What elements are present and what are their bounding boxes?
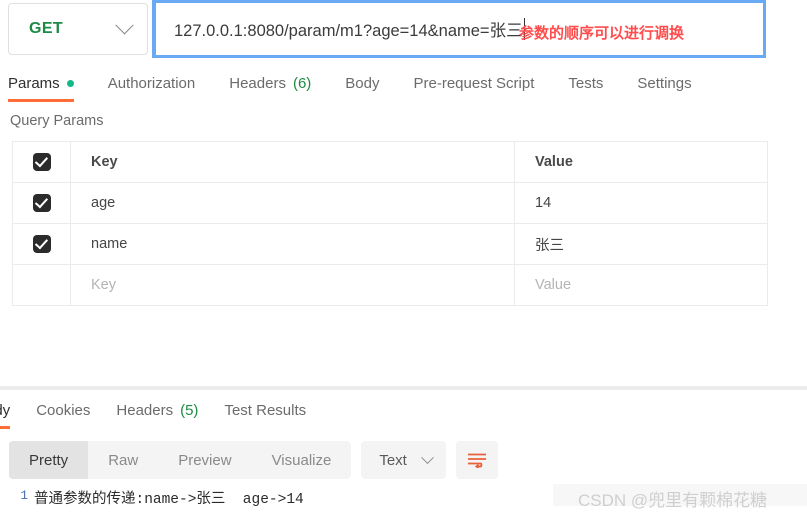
postman-request-response-panel: GET 127.0.0.1:8080/param/m1?age=14&name=… [0,0,807,516]
tab-body[interactable]: Body [345,75,379,98]
view-mode-preview[interactable]: Preview [158,441,251,479]
response-tab-headers-label: Headers [116,401,174,419]
tab-tests[interactable]: Tests [568,75,603,98]
tab-params-label: Params [8,74,60,92]
response-tab-cookies-label: Cookies [36,401,91,419]
view-mode-segmented-control: Pretty Raw Preview Visualize [9,441,352,479]
wrap-text-button[interactable] [455,441,498,479]
new-row-value-input[interactable]: Value [515,265,767,305]
tab-tests-label: Tests [568,74,604,92]
response-tab-headers-count: (5) [180,401,199,419]
row-checkbox[interactable] [33,276,51,294]
tab-body-label: Body [345,74,380,92]
tab-settings-label: Settings [637,74,692,92]
row-value-input[interactable]: 张三 [515,224,767,264]
tab-headers-count: (6) [292,74,312,92]
query-params-title: Query Params [10,113,104,129]
url-bar-row: GET 127.0.0.1:8080/param/m1?age=14&name=… [0,0,807,62]
chevron-down-icon [115,15,134,34]
modified-dot-icon [66,79,74,87]
line-number: 1 [20,488,28,503]
table-row-empty: Key Value [13,265,767,306]
response-tab-body-label: ody [0,401,11,419]
chevron-down-icon [420,450,434,464]
http-method-label: GET [29,20,64,37]
tab-pre-request-script[interactable]: Pre-request Script [414,75,535,98]
response-tab-headers[interactable]: Headers (5) [116,402,198,425]
select-all-checkbox[interactable] [32,153,51,171]
table-row: name 张三 [13,224,767,265]
response-tabs: ody Cookies Headers (5) Test Results [0,398,807,429]
watermark: CSDN @兜里有颗棉花糖 [578,491,768,510]
tab-params[interactable]: Params [8,74,74,102]
tab-authorization[interactable]: Authorization [108,75,196,98]
row-checkbox[interactable] [32,235,51,253]
table-row: age 14 [13,183,767,224]
annotation-note: 参数的顺序可以进行调换 [519,25,685,42]
tab-headers-label: Headers [229,74,286,92]
view-mode-visualize[interactable]: Visualize [252,441,352,479]
response-body-text: 普通参数的传递:name->张三 age->14 [34,492,304,508]
url-input-value: 127.0.0.1:8080/param/m1?age=14&name=张三 [174,22,523,40]
tab-settings[interactable]: Settings [637,75,691,98]
table-header-row: Key Value [13,142,767,183]
row-checkbox-cell[interactable] [13,224,71,264]
http-method-select[interactable]: GET [8,3,148,55]
column-header-key: Key [71,142,515,182]
response-tab-body[interactable]: ody [0,401,11,429]
tab-authorization-label: Authorization [107,74,196,92]
pane-divider[interactable] [0,386,807,390]
view-mode-raw[interactable]: Raw [88,441,158,479]
response-tab-test-results[interactable]: Test Results [224,402,306,425]
response-type-select[interactable]: Text [361,441,446,479]
select-all-cell[interactable] [13,142,71,182]
query-params-table: Key Value age 14 name 张三 Key Value [12,141,768,306]
response-view-toolbar: Pretty Raw Preview Visualize Text [9,441,498,479]
tab-headers[interactable]: Headers (6) [229,75,311,98]
request-tabs: Params Authorization Headers (6) Body Pr… [0,68,807,104]
response-type-label: Text [379,451,407,469]
tab-pre-request-script-label: Pre-request Script [413,74,535,92]
new-row-key-input[interactable]: Key [71,265,515,305]
row-checkbox-cell[interactable] [13,265,71,305]
column-header-value: Value [535,154,573,170]
response-tab-test-results-label: Test Results [224,401,307,419]
row-value-input[interactable]: 14 [515,183,767,223]
view-mode-pretty[interactable]: Pretty [9,441,89,479]
row-checkbox-cell[interactable] [13,183,71,223]
row-checkbox[interactable] [32,194,51,212]
wrap-text-icon [467,453,486,468]
row-key-input[interactable]: age [71,183,515,223]
row-key-input[interactable]: name [71,224,515,264]
response-tab-cookies[interactable]: Cookies [36,402,90,425]
